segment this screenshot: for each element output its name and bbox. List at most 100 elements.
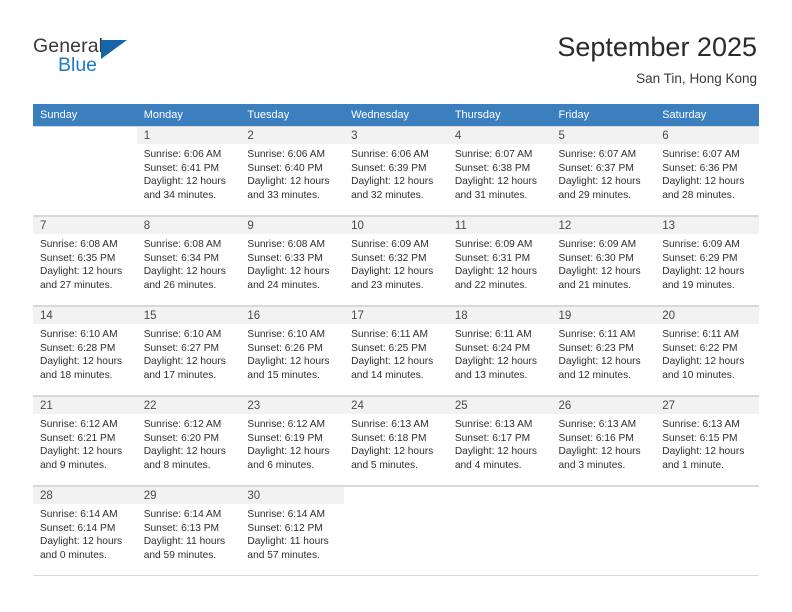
weekday-header-wednesday: Wednesday <box>344 104 448 126</box>
day-cell[interactable]: 11 Sunrise: 6:09 AM Sunset: 6:31 PM Dayl… <box>447 216 552 306</box>
sunrise-text: Sunrise: 6:10 AM <box>143 329 222 340</box>
day-cell[interactable]: 22 Sunrise: 6:12 AM Sunset: 6:20 PM Dayl… <box>136 396 241 486</box>
day-cell[interactable]: 14 Sunrise: 6:10 AM Sunset: 6:28 PM Dayl… <box>33 306 137 396</box>
day-details: Sunrise: 6:12 AM Sunset: 6:20 PM Dayligh… <box>137 414 241 472</box>
day-number: 2 <box>240 127 345 144</box>
day-cell[interactable]: 5 Sunrise: 6:07 AM Sunset: 6:37 PM Dayli… <box>551 126 656 216</box>
day-cell[interactable] <box>344 486 448 576</box>
daylight-text: Daylight: 12 hours and 33 minutes. <box>247 176 330 201</box>
day-number: 6 <box>655 127 759 144</box>
daylight-text: Daylight: 12 hours and 32 minutes. <box>351 176 434 201</box>
day-cell[interactable]: 4 Sunrise: 6:07 AM Sunset: 6:38 PM Dayli… <box>447 126 552 216</box>
day-number: 24 <box>344 397 448 414</box>
day-details <box>33 144 137 148</box>
sunrise-text: Sunrise: 6:12 AM <box>247 419 325 430</box>
sunset-text: Sunset: 6:24 PM <box>454 342 531 354</box>
weekday-header-tuesday: Tuesday <box>240 104 345 126</box>
day-number: 23 <box>240 397 345 414</box>
day-cell[interactable] <box>551 486 656 576</box>
day-number: 27 <box>655 397 759 414</box>
day-cell[interactable]: 30 Sunrise: 6:14 AM Sunset: 6:12 PM Dayl… <box>240 486 345 576</box>
sunset-text: Sunset: 6:31 PM <box>454 252 531 264</box>
day-number: 30 <box>240 487 345 504</box>
day-cell[interactable]: 24 Sunrise: 6:13 AM Sunset: 6:18 PM Dayl… <box>344 396 448 486</box>
sunset-text: Sunset: 6:27 PM <box>143 342 220 354</box>
day-cell[interactable]: 19 Sunrise: 6:11 AM Sunset: 6:23 PM Dayl… <box>551 306 656 396</box>
weekday-header-monday: Monday <box>136 104 241 126</box>
page-header: General Blue September 2025 San Tin, Hon… <box>0 0 792 100</box>
day-cell[interactable]: 29 Sunrise: 6:14 AM Sunset: 6:13 PM Dayl… <box>136 486 241 576</box>
day-number: 14 <box>33 307 137 324</box>
day-cell[interactable]: 3 Sunrise: 6:06 AM Sunset: 6:39 PM Dayli… <box>344 126 448 216</box>
sunset-text: Sunset: 6:40 PM <box>247 162 323 174</box>
sunset-text: Sunset: 6:17 PM <box>454 432 531 444</box>
day-details: Sunrise: 6:14 AM Sunset: 6:13 PM Dayligh… <box>137 504 241 562</box>
day-cell[interactable]: 17 Sunrise: 6:11 AM Sunset: 6:25 PM Dayl… <box>344 306 448 396</box>
daylight-text: Daylight: 12 hours and 12 minutes. <box>558 356 641 381</box>
sunrise-text: Sunrise: 6:09 AM <box>558 239 637 250</box>
sunrise-text: Sunrise: 6:07 AM <box>558 149 637 160</box>
day-cell[interactable] <box>33 126 137 216</box>
day-number: 1 <box>136 127 241 144</box>
sunset-text: Sunset: 6:18 PM <box>351 432 427 444</box>
day-details: Sunrise: 6:06 AM Sunset: 6:40 PM Dayligh… <box>240 144 344 202</box>
day-number: 3 <box>344 127 448 144</box>
daylight-text: Daylight: 12 hours and 24 minutes. <box>247 266 330 291</box>
day-cell[interactable]: 23 Sunrise: 6:12 AM Sunset: 6:19 PM Dayl… <box>240 396 345 486</box>
day-cell[interactable]: 13 Sunrise: 6:09 AM Sunset: 6:29 PM Dayl… <box>655 216 759 306</box>
day-cell[interactable]: 20 Sunrise: 6:11 AM Sunset: 6:22 PM Dayl… <box>655 306 759 396</box>
day-cell[interactable]: 28 Sunrise: 6:14 AM Sunset: 6:14 PM Dayl… <box>33 486 137 576</box>
day-cell[interactable]: 1 Sunrise: 6:06 AM Sunset: 6:41 PM Dayli… <box>136 126 241 216</box>
weekday-header-row: Sunday Monday Tuesday Wednesday Thursday… <box>33 104 759 126</box>
day-cell[interactable]: 21 Sunrise: 6:12 AM Sunset: 6:21 PM Dayl… <box>33 396 137 486</box>
sunset-text: Sunset: 6:33 PM <box>247 252 323 264</box>
sunrise-text: Sunrise: 6:08 AM <box>247 239 325 250</box>
sunrise-sunset-calendar: Sunday Monday Tuesday Wednesday Thursday… <box>33 104 759 576</box>
day-details: Sunrise: 6:10 AM Sunset: 6:26 PM Dayligh… <box>240 324 344 382</box>
sunrise-text: Sunrise: 6:11 AM <box>351 329 428 340</box>
day-cell[interactable]: 2 Sunrise: 6:06 AM Sunset: 6:40 PM Dayli… <box>240 126 345 216</box>
day-number: 11 <box>447 217 552 234</box>
sunset-text: Sunset: 6:22 PM <box>662 342 738 354</box>
day-number: 26 <box>551 397 656 414</box>
day-cell[interactable]: 25 Sunrise: 6:13 AM Sunset: 6:17 PM Dayl… <box>447 396 552 486</box>
day-number: 13 <box>655 217 759 234</box>
sunrise-text: Sunrise: 6:11 AM <box>662 329 740 340</box>
sunrise-text: Sunrise: 6:14 AM <box>247 509 325 520</box>
day-cell[interactable]: 18 Sunrise: 6:11 AM Sunset: 6:24 PM Dayl… <box>447 306 552 396</box>
day-cell[interactable]: 12 Sunrise: 6:09 AM Sunset: 6:30 PM Dayl… <box>551 216 656 306</box>
sunset-text: Sunset: 6:36 PM <box>662 162 738 174</box>
logo-text-general: General <box>33 35 104 57</box>
page-title: September 2025 <box>557 32 757 62</box>
daylight-text: Daylight: 12 hours and 26 minutes. <box>143 266 226 291</box>
day-number <box>551 487 656 504</box>
day-cell[interactable]: 8 Sunrise: 6:08 AM Sunset: 6:34 PM Dayli… <box>136 216 241 306</box>
day-number: 18 <box>447 307 552 324</box>
sunrise-text: Sunrise: 6:08 AM <box>143 239 222 250</box>
day-number: 20 <box>655 307 759 324</box>
sunset-text: Sunset: 6:14 PM <box>40 522 116 534</box>
page-subtitle: San Tin, Hong Kong <box>636 71 757 86</box>
day-cell[interactable]: 10 Sunrise: 6:09 AM Sunset: 6:32 PM Dayl… <box>344 216 448 306</box>
day-cell[interactable]: 27 Sunrise: 6:13 AM Sunset: 6:15 PM Dayl… <box>655 396 759 486</box>
day-number: 16 <box>240 307 345 324</box>
day-cell[interactable]: 6 Sunrise: 6:07 AM Sunset: 6:36 PM Dayli… <box>655 126 759 216</box>
calendar-week-row: 14 Sunrise: 6:10 AM Sunset: 6:28 PM Dayl… <box>33 306 759 396</box>
day-cell[interactable]: 7 Sunrise: 6:08 AM Sunset: 6:35 PM Dayli… <box>33 216 137 306</box>
day-number <box>655 487 759 504</box>
daylight-text: Daylight: 12 hours and 21 minutes. <box>558 266 641 291</box>
sunrise-text: Sunrise: 6:10 AM <box>247 329 325 340</box>
daylight-text: Daylight: 12 hours and 18 minutes. <box>40 356 123 381</box>
day-cell[interactable]: 15 Sunrise: 6:10 AM Sunset: 6:27 PM Dayl… <box>136 306 241 396</box>
sunset-text: Sunset: 6:30 PM <box>558 252 634 264</box>
sunrise-text: Sunrise: 6:09 AM <box>662 239 740 250</box>
day-details: Sunrise: 6:08 AM Sunset: 6:33 PM Dayligh… <box>240 234 344 292</box>
day-cell[interactable]: 26 Sunrise: 6:13 AM Sunset: 6:16 PM Dayl… <box>551 396 656 486</box>
day-cell[interactable]: 16 Sunrise: 6:10 AM Sunset: 6:26 PM Dayl… <box>240 306 345 396</box>
general-blue-logo[interactable]: General Blue <box>33 36 143 82</box>
day-cell[interactable] <box>655 486 759 576</box>
day-number <box>344 487 448 504</box>
day-cell[interactable] <box>447 486 552 576</box>
day-number: 7 <box>33 217 137 234</box>
day-cell[interactable]: 9 Sunrise: 6:08 AM Sunset: 6:33 PM Dayli… <box>240 216 345 306</box>
